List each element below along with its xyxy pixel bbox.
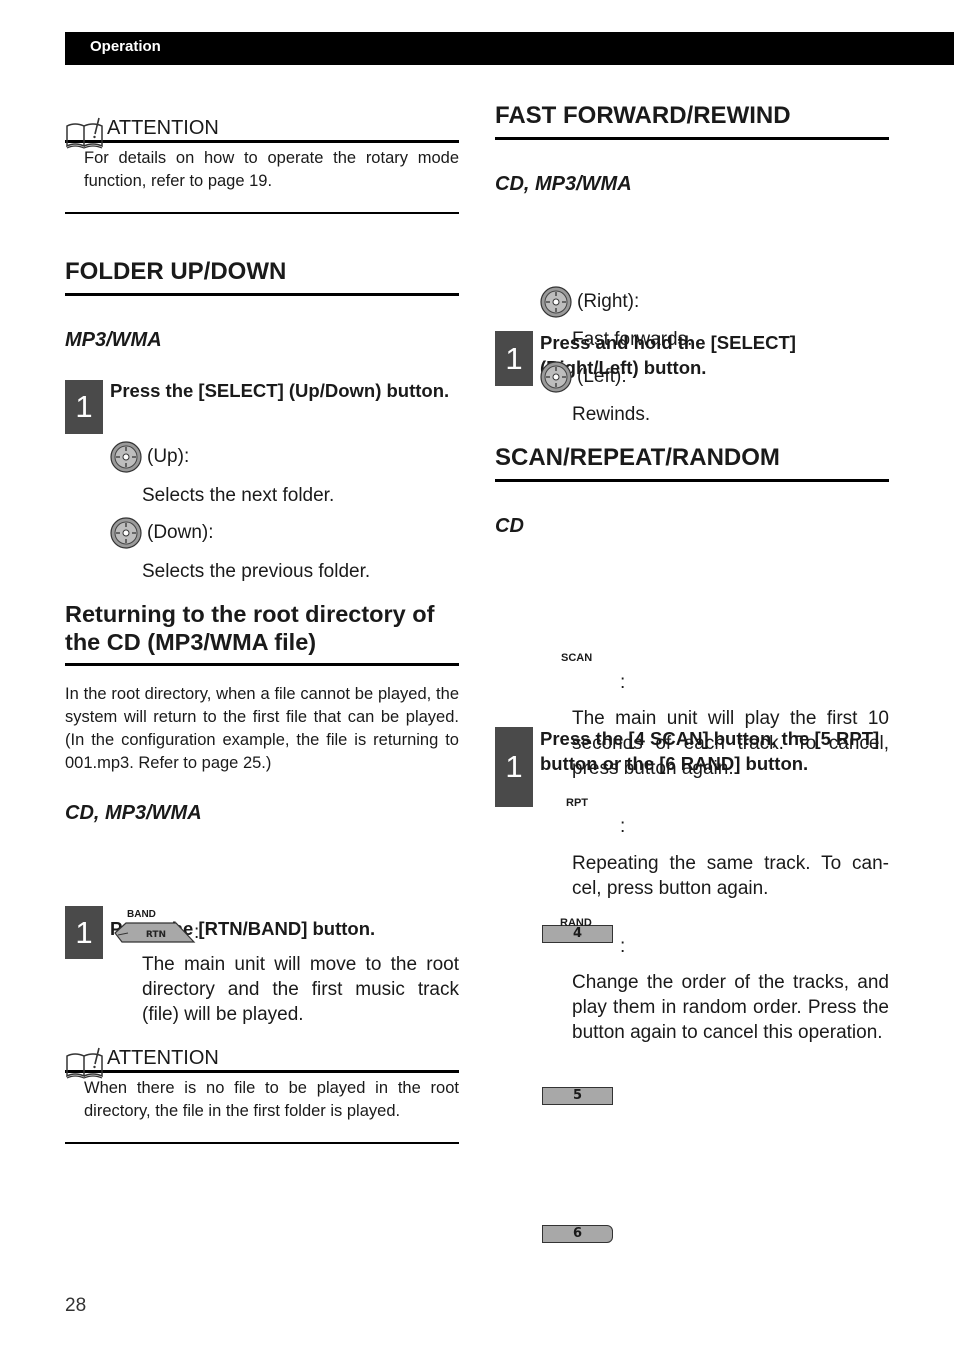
attention-box-root: ATTENTION When there is no file to be pl… [65, 1044, 459, 1123]
attention-title: ATTENTION [107, 117, 219, 139]
rand-description: Change the order of the tracks, and play… [572, 972, 889, 1043]
key-top-label: RPT [566, 797, 588, 809]
key-top-label: SCAN [561, 652, 593, 664]
rpt-5-button-icon: 5 [542, 1087, 613, 1105]
attention-header: ATTENTION [65, 114, 459, 149]
key-direction-label: (Down): [147, 522, 214, 543]
attention-book-icon [66, 1047, 103, 1079]
select-dial-icon [540, 286, 572, 318]
ffrew-subtitle: CD, MP3/WMA [495, 173, 632, 195]
step-instruction: Press the [SELECT] (Up/Down) button. [110, 380, 450, 401]
folder-step: 1 Press the [SELECT] (Up/Down) button. [65, 380, 459, 434]
section-title: Operation [90, 38, 161, 55]
rew-left-item: (Left): Rewinds. [540, 361, 650, 427]
step-number: 1 [65, 380, 103, 434]
attention-text: When there is no file to be played in th… [84, 1079, 459, 1120]
scan-repeat-random-heading: SCAN/REPEAT/RANDOM [495, 444, 889, 482]
page-number: 28 [65, 1295, 87, 1316]
section-header-bar: Operation [65, 32, 954, 65]
key-colon: : [620, 816, 626, 837]
rtn-band-key: BAND RTN [114, 909, 196, 945]
step-number: 1 [65, 906, 103, 959]
key-description: Fast forwards. [572, 329, 693, 350]
select-dial-icon [110, 441, 142, 473]
attention-header: ATTENTION [65, 1044, 459, 1079]
rtn-button-icon: RTN [114, 922, 196, 943]
rand-6-button-icon: 6 [542, 1225, 613, 1243]
ff-right-item: (Right): Fast forwards. [540, 286, 692, 352]
key-colon: : [620, 936, 626, 957]
root-subtitle: CD, MP3/WMA [65, 802, 202, 824]
select-dial-icon [540, 361, 572, 393]
fast-forward-rewind-heading: FAST FORWARD/REWIND [495, 102, 889, 140]
key-colon: : [620, 672, 626, 693]
key-direction-label: (Left): [577, 366, 627, 387]
step-number: 1 [495, 331, 533, 386]
attention-title: ATTENTION [107, 1047, 219, 1069]
key-direction-label: (Right): [577, 291, 640, 312]
step-number: 1 [495, 727, 533, 807]
divider [65, 212, 459, 214]
key-description: Rewinds. [572, 404, 651, 425]
rpt-description: Repeating the same track. To can-cel, pr… [572, 853, 889, 899]
key-top-label: BAND [127, 909, 156, 920]
root-directory-heading: Returning to the root directory of the C… [65, 600, 459, 666]
key-description: Selects the previous folder. [142, 561, 371, 582]
root-directory-paragraph: In the root directory, when a file canno… [65, 685, 459, 772]
attention-book-icon [66, 117, 103, 149]
key-description: Selects the next folder. [142, 485, 335, 506]
divider [65, 1142, 459, 1144]
attention-text: For details on how to operate the rotary… [84, 149, 459, 190]
folder-down-item: (Down): Selects the previous folder. [110, 517, 370, 584]
key-top-label: RAND [560, 917, 592, 929]
scan-subtitle: CD [495, 515, 524, 537]
key-direction-label: (Up): [147, 446, 190, 467]
key-colon: : [194, 922, 200, 943]
select-dial-icon [110, 517, 142, 549]
attention-box-rotary: ATTENTION For details on how to operate … [65, 114, 459, 193]
rtn-description: The main unit will move to the root dire… [142, 954, 459, 1025]
folder-up-item: (Up): Selects the next folder. [110, 441, 334, 508]
folder-up-down-heading: FOLDER UP/DOWN [65, 258, 459, 296]
folder-subtitle: MP3/WMA [65, 329, 162, 351]
rtn-key-label: RTN [146, 930, 166, 940]
scan-description: The main unit will play the first 10 sec… [572, 708, 889, 779]
